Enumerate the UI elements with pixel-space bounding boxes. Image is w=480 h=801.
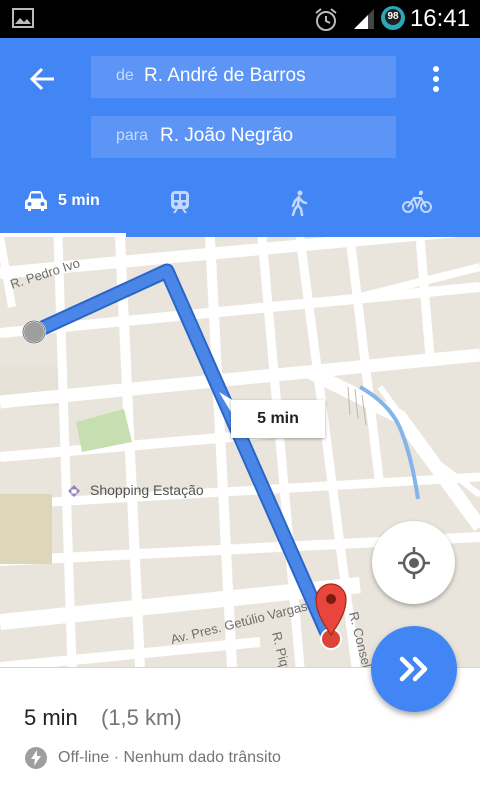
- signal-icon: [354, 9, 374, 29]
- walk-icon: [291, 190, 308, 216]
- destination-prefix: para: [116, 127, 149, 144]
- fast-forward-icon: [399, 656, 428, 682]
- more-vert-icon[interactable]: [428, 65, 444, 93]
- directions-header: de R. André de Barros para R. João Negrã…: [0, 38, 480, 237]
- battery-level: 98: [385, 9, 401, 25]
- lightning-icon: [25, 747, 47, 769]
- crosshair-icon: [398, 547, 430, 579]
- tab-driving-label: 5 min: [58, 192, 100, 209]
- tab-cycling[interactable]: [362, 168, 480, 237]
- shopping-bag-icon: [68, 485, 80, 497]
- origin-prefix: de: [116, 67, 134, 84]
- clock: 16:41: [409, 5, 470, 32]
- tab-transit[interactable]: [126, 168, 244, 237]
- image-icon: [12, 8, 34, 28]
- destination-value: R. João Negrão: [160, 125, 294, 146]
- car-icon: [25, 191, 47, 211]
- destination-pin[interactable]: [315, 583, 347, 650]
- traffic-status: Off-line · Nenhum dado trânsito: [58, 749, 281, 766]
- travel-mode-tabs: 5 min: [0, 168, 480, 237]
- origin-value: R. André de Barros: [144, 65, 306, 86]
- route-distance: (1,5 km): [101, 705, 182, 730]
- my-location-button[interactable]: [372, 521, 455, 604]
- route-eta-callout[interactable]: 5 min: [219, 392, 325, 438]
- start-navigation-button[interactable]: [371, 626, 457, 712]
- battery-icon: 98: [381, 6, 405, 30]
- eta-box: 5 min: [231, 400, 325, 438]
- route-eta-label: 5 min: [257, 410, 299, 427]
- tab-driving[interactable]: 5 min: [0, 168, 126, 237]
- tab-walking[interactable]: [244, 168, 362, 237]
- train-icon: [171, 191, 189, 214]
- place-label-shopping[interactable]: Shopping Estação: [90, 482, 204, 498]
- status-bar: 98 16:41: [0, 0, 480, 38]
- sand-area: [0, 494, 52, 564]
- origin-field[interactable]: de R. André de Barros: [91, 56, 396, 98]
- bike-icon: [402, 190, 432, 213]
- arrow-left-icon[interactable]: [28, 65, 56, 93]
- destination-field[interactable]: para R. João Negrão: [91, 116, 396, 158]
- route-duration: 5 min: [24, 705, 78, 730]
- alarm-icon: [315, 8, 337, 31]
